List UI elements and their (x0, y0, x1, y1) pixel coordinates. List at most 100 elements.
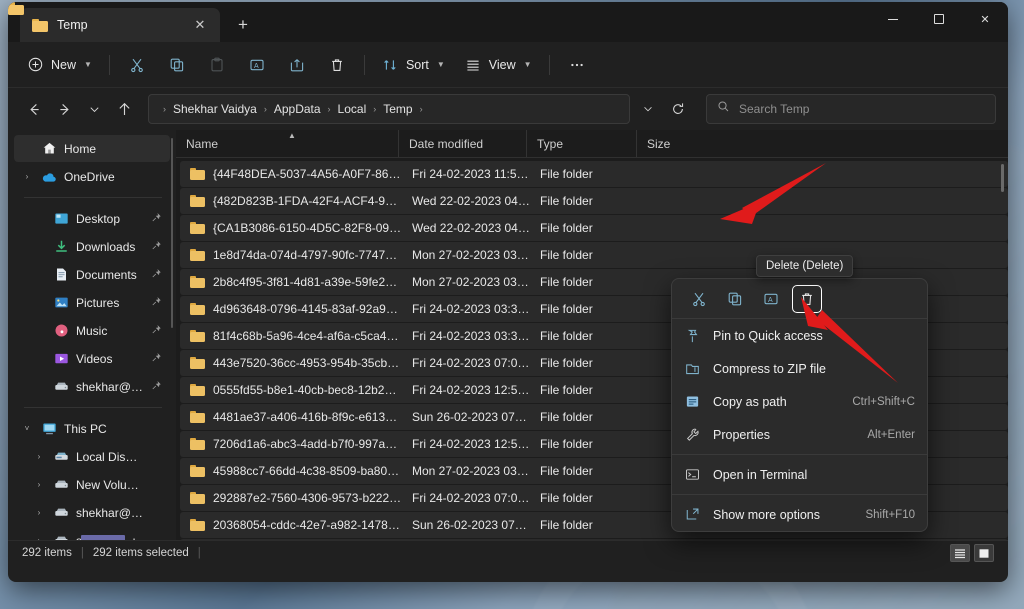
cell-name: 443e7520-36cc-4953-954b-35cb46804a8b (180, 356, 402, 370)
sidebar-item-downloads[interactable]: Downloads (14, 233, 170, 260)
divider (363, 54, 365, 75)
close-window-button[interactable]: ✕ (962, 2, 1008, 36)
sidebar-item-documents[interactable]: Documents (14, 261, 170, 288)
details-view-icon[interactable] (950, 544, 970, 562)
maximize-button[interactable] (916, 2, 962, 36)
pin-icon[interactable] (147, 210, 165, 228)
delete-button[interactable] (318, 49, 356, 81)
sidebar-item-shekhar[interactable]: ›shekhar@ı - (14, 527, 170, 540)
column-header-date[interactable]: Date modified (398, 130, 526, 157)
search-input[interactable] (739, 102, 985, 116)
context-cut-button[interactable] (684, 285, 714, 313)
cut-icon (128, 56, 145, 73)
expander-icon[interactable]: ˅ (20, 424, 34, 433)
sidebar-item-desktop[interactable]: Desktop (14, 205, 170, 232)
pin-icon[interactable] (147, 378, 165, 396)
sidebar-item-music[interactable]: Music (14, 317, 170, 344)
breadcrumb[interactable]: › Shekhar Vaidya › AppData › Local › Tem… (148, 94, 630, 124)
sidebar-item-home[interactable]: Home (14, 135, 170, 162)
refresh-button[interactable] (664, 95, 692, 123)
recent-locations-button[interactable] (80, 95, 108, 123)
sidebar-item-videos[interactable]: Videos (14, 345, 170, 372)
pin-icon[interactable] (147, 238, 165, 256)
expander-icon[interactable]: › (32, 508, 46, 517)
documents-icon (53, 267, 69, 283)
context-rename-button[interactable]: A (756, 285, 786, 313)
expander-icon[interactable]: › (32, 536, 46, 540)
expander-icon[interactable]: › (32, 452, 46, 461)
close-tab-icon[interactable]: ✕ (188, 13, 212, 37)
file-name-label: 20368054-cddc-42e7-a982-1478b798c6d4 (213, 518, 402, 532)
context-menu-item-properties[interactable]: Properties Alt+Enter (672, 418, 927, 451)
breadcrumb-item-1[interactable]: AppData (269, 99, 326, 119)
folder-icon (190, 195, 205, 207)
tab-temp[interactable]: Temp ✕ (20, 8, 220, 42)
sidebar-item-local-disk-c[interactable]: › Local Disk (C:) (14, 443, 170, 470)
new-button[interactable]: New ▼ (18, 49, 101, 81)
context-delete-button[interactable] (792, 284, 822, 313)
sidebar-item-label-tail: ı - (132, 534, 143, 541)
forward-button[interactable] (50, 95, 78, 123)
sidebar-item-shekhar-techlatest-i[interactable]: › shekhar@techlatest.i (14, 499, 170, 526)
cell-date: Sun 26-02-2023 07:52 P... (412, 410, 530, 424)
table-row[interactable]: {44F48DEA-5037-4A56-A0F7-860CE6DFB... Fri… (180, 161, 1008, 187)
sidebar-item-label: New Volume (E:) (76, 477, 143, 492)
column-header-size[interactable]: Size (636, 130, 700, 157)
folder-icon (190, 492, 205, 504)
breadcrumb-item-2[interactable]: Local (333, 99, 372, 119)
sidebar-scrollbar[interactable] (171, 138, 173, 328)
sidebar-item-onedrive[interactable]: › OneDrive (14, 163, 170, 190)
cell-date: Mon 27-02-2023 03:50 ... (412, 464, 530, 478)
context-menu-icon-row: A (672, 279, 927, 319)
sidebar-item-shekhar-techlatest[interactable]: shekhar@techlatest (14, 373, 170, 400)
table-row[interactable]: AdobeThu 16-02-2023 12:48 P...File folde… (180, 539, 1008, 540)
redacted-text (81, 535, 126, 540)
context-menu-item-pin-to-quick-access[interactable]: Pin to Quick access (672, 319, 927, 352)
cell-type: File folder (540, 383, 593, 397)
table-row[interactable]: {CA1B3086-6150-4D5C-82F8-094F30D6C0... We… (180, 215, 1008, 241)
view-button[interactable]: View ▼ (456, 49, 541, 81)
column-header-type[interactable]: Type (526, 130, 636, 157)
column-header-name[interactable]: Name ▲ (176, 130, 398, 157)
share-button[interactable] (278, 49, 316, 81)
context-menu-item-copy-as-path[interactable]: Copy as path Ctrl+Shift+C (672, 385, 927, 418)
search-box[interactable] (706, 94, 996, 124)
expander-icon[interactable]: › (20, 172, 34, 181)
sidebar-item-this-pc[interactable]: ˅ This PC (14, 415, 170, 442)
new-tab-button[interactable]: + (228, 10, 258, 40)
rename-button[interactable]: A (238, 49, 276, 81)
folder-icon (190, 276, 205, 288)
up-button[interactable] (110, 95, 138, 123)
cut-button[interactable] (118, 49, 156, 81)
context-menu-item-accelerator: Shift+F10 (865, 508, 915, 521)
paste-button[interactable] (198, 49, 236, 81)
sort-button[interactable]: Sort ▼ (373, 49, 454, 81)
breadcrumb-item-3[interactable]: Temp (378, 99, 417, 119)
context-menu-item-compress-to-zip-file[interactable]: Compress to ZIP file (672, 352, 927, 385)
pin-icon[interactable] (147, 294, 165, 312)
context-copy-button[interactable] (720, 285, 750, 313)
breadcrumb-item-0[interactable]: Shekhar Vaidya (168, 99, 262, 119)
table-row[interactable]: {482D823B-1FDA-42F4-ACF4-920C3A82D... Wed… (180, 188, 1008, 214)
pin-icon[interactable] (147, 322, 165, 340)
minimize-button[interactable] (870, 2, 916, 36)
file-name-label: 2b8c4f95-3f81-4d81-a39e-59fe292dbdc7 (213, 275, 402, 289)
expander-icon[interactable]: › (32, 480, 46, 489)
back-button[interactable] (20, 95, 48, 123)
pin-icon[interactable] (147, 266, 165, 284)
sidebar-item-new-volume-e[interactable]: › New Volume (E:) (14, 471, 170, 498)
file-list-scrollbar[interactable] (1001, 164, 1004, 192)
context-menu-item-open-in-terminal[interactable]: Open in Terminal (672, 458, 927, 491)
sidebar-item-pictures[interactable]: Pictures (14, 289, 170, 316)
large-icons-view-icon[interactable] (974, 544, 994, 562)
status-divider: | (197, 547, 201, 559)
context-menu-item-show-more-options[interactable]: Show more options Shift+F10 (672, 498, 927, 531)
view-toggles (950, 544, 994, 562)
pin-icon[interactable] (147, 350, 165, 368)
copy-button[interactable] (158, 49, 196, 81)
cell-type: File folder (540, 437, 593, 451)
sidebar-item-label: Desktop (76, 211, 121, 226)
breadcrumb-dropdown-button[interactable] (634, 95, 662, 123)
see-more-button[interactable] (558, 49, 596, 81)
table-row[interactable]: 1e8d74da-074d-4797-90fc-77473cf0b11e Mon … (180, 242, 1008, 268)
